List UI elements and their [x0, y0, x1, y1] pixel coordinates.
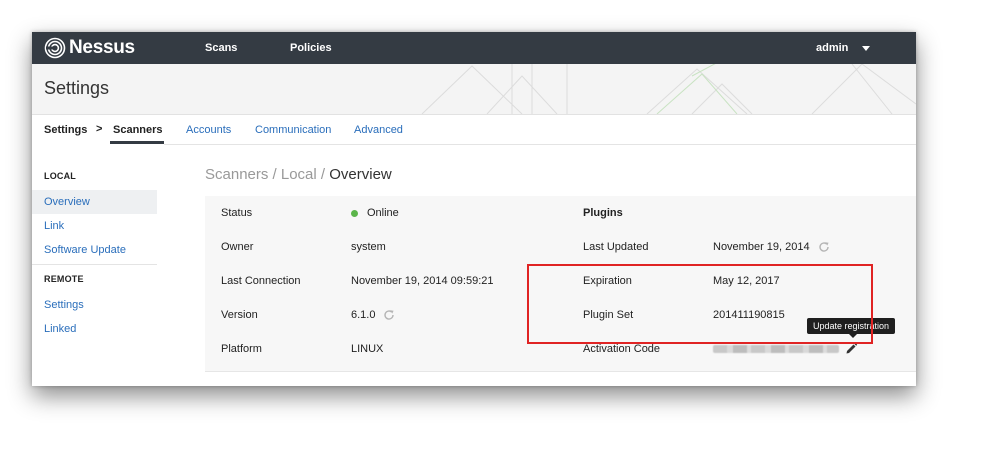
- activation-code-redacted: [713, 345, 839, 353]
- version-value: 6.1.0: [351, 309, 395, 321]
- refresh-icon[interactable]: [383, 309, 395, 321]
- owner-label: Owner: [221, 241, 254, 253]
- sidebar-item-overview[interactable]: Overview: [44, 196, 90, 208]
- tab-accounts[interactable]: Accounts: [186, 124, 231, 136]
- settings-subnav: Settings > Scanners Accounts Communicati…: [32, 115, 916, 145]
- last-connection-label: Last Connection: [221, 275, 301, 287]
- page-heading: Scanners / Local / Overview: [205, 166, 392, 183]
- username: admin: [816, 42, 849, 54]
- last-connection-value: November 19, 2014 09:59:21: [351, 275, 494, 287]
- tab-communication[interactable]: Communication: [255, 124, 331, 136]
- sidebar-item-settings[interactable]: Settings: [44, 299, 84, 311]
- breadcrumb-scanners[interactable]: Scanners: [113, 124, 163, 136]
- last-updated-label: Last Updated: [583, 241, 649, 253]
- status-text: Online: [367, 207, 399, 219]
- sidebar-divider: [32, 264, 157, 265]
- version-text: 6.1.0: [351, 309, 376, 321]
- app-name: Nessus: [69, 37, 135, 58]
- sidebar-header-local: LOCAL: [44, 171, 76, 181]
- top-navbar: Nessus Scans Policies admin: [32, 32, 916, 64]
- sidebar-item-software-update[interactable]: Software Update: [44, 244, 126, 256]
- last-updated-value: November 19, 2014: [713, 241, 830, 253]
- tab-advanced[interactable]: Advanced: [354, 124, 403, 136]
- user-menu[interactable]: admin: [816, 42, 871, 54]
- page-title: Settings: [44, 78, 110, 98]
- platform-value: LINUX: [351, 343, 384, 355]
- status-value: Online: [351, 207, 399, 219]
- sidebar-item-link[interactable]: Link: [44, 220, 64, 232]
- settings-header: Settings: [32, 64, 916, 115]
- plugins-header: Plugins: [583, 207, 623, 219]
- heading-current: Overview: [329, 166, 392, 183]
- status-online-indicator: [351, 209, 358, 217]
- owner-value: system: [351, 241, 386, 253]
- caret-down-icon: [862, 45, 871, 51]
- last-updated-text: November 19, 2014: [713, 241, 810, 253]
- heading-path: Scanners / Local /: [205, 166, 330, 183]
- nessus-logo-icon: [44, 37, 66, 59]
- header-decoration: [421, 64, 916, 114]
- breadcrumb-separator: >: [96, 123, 103, 135]
- version-label: Version: [221, 309, 258, 321]
- sidebar-item-linked[interactable]: Linked: [44, 323, 76, 335]
- platform-label: Platform: [221, 343, 262, 355]
- nav-policies[interactable]: Policies: [290, 42, 332, 54]
- status-label: Status: [221, 207, 253, 219]
- nav-scans[interactable]: Scans: [205, 42, 237, 54]
- sidebar: LOCAL Overview Link Software Update REMO…: [32, 144, 164, 386]
- highlight-box: [527, 264, 873, 344]
- nessus-logo[interactable]: Nessus: [44, 36, 135, 60]
- sidebar-header-remote: REMOTE: [44, 274, 84, 284]
- activation-code-value: [713, 345, 839, 353]
- activation-code-label: Activation Code: [583, 343, 661, 355]
- breadcrumb-settings[interactable]: Settings: [44, 124, 87, 136]
- refresh-icon[interactable]: [818, 241, 830, 253]
